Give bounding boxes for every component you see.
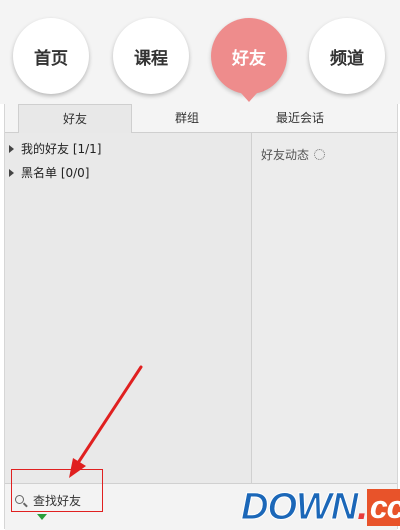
friend-feed-header: 好友动态 xyxy=(261,146,326,163)
expand-arrow-icon xyxy=(9,144,14,153)
watermark-logo: DOWN.cc xyxy=(240,485,400,529)
selected-indicator-icon xyxy=(37,514,47,520)
friend-group-my-friends[interactable]: 我的好友 [1/1] xyxy=(9,140,102,157)
top-nav: 首页 课程 好友 频道 xyxy=(0,0,400,104)
nav-courses-button[interactable]: 课程 xyxy=(113,18,189,94)
watermark-dot-text: . xyxy=(357,485,368,528)
search-icon xyxy=(14,494,28,508)
expand-arrow-icon xyxy=(9,168,14,177)
friend-list-panel: 我的好友 [1/1] 黑名单 [0/0] xyxy=(5,133,252,483)
friend-group-label: 我的好友 [1/1] xyxy=(21,142,102,156)
friend-feed-panel: 好友动态 xyxy=(252,133,397,483)
nav-channels-button[interactable]: 频道 xyxy=(309,18,385,94)
nav-friends-button[interactable]: 好友 xyxy=(211,18,287,94)
friend-group-label: 黑名单 [0/0] xyxy=(21,166,90,180)
watermark-down-text: DOWN xyxy=(240,485,358,528)
watermark-cc-text: cc xyxy=(366,488,400,526)
find-friend-label: 查找好友 xyxy=(33,494,82,508)
nav-home-button[interactable]: 首页 xyxy=(13,18,89,94)
friend-group-blacklist[interactable]: 黑名单 [0/0] xyxy=(9,164,90,181)
tab-recent-chats[interactable]: 最近会话 xyxy=(245,104,355,132)
find-friend-button[interactable]: 查找好友 xyxy=(14,492,81,509)
tab-bar: 好友 群组 最近会话 xyxy=(5,104,397,133)
friend-feed-label: 好友动态 xyxy=(261,148,310,162)
tab-groups[interactable]: 群组 xyxy=(132,104,242,132)
tab-friends[interactable]: 好友 xyxy=(18,104,132,133)
gear-icon[interactable] xyxy=(314,149,326,160)
